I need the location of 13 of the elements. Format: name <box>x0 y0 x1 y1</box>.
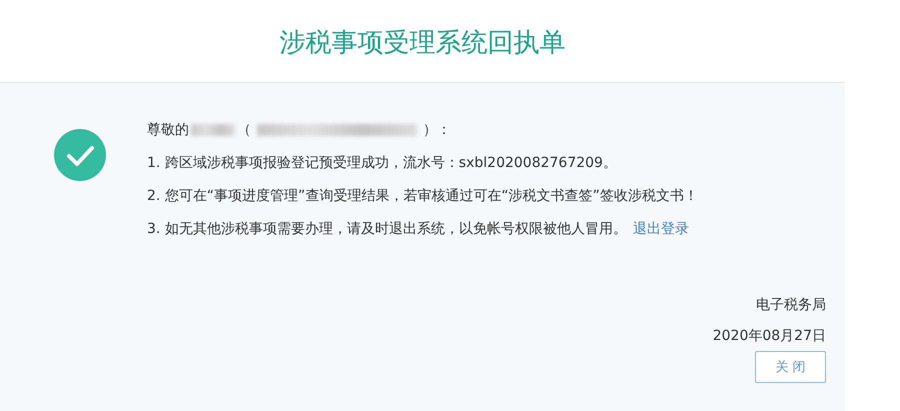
greeting-text: 尊敬的 <box>147 121 189 140</box>
date-text: 2020年08月27日 <box>712 327 826 346</box>
parenthesis-text: （ <box>237 121 251 140</box>
issuer-text: 电子税务局 <box>756 296 826 315</box>
logout-link[interactable]: 退出登录 <box>632 218 689 240</box>
notice-text: 1. 跨区域涉税事项报验登记预受理成功，流水号：sxbl2020082767209。 <box>147 154 617 173</box>
page-title: 涉税事项受理系统回执单 <box>280 26 566 60</box>
notice-text: 3. 如无其他涉税事项需要办理，请及时退出系统，以免帐号权限被他人冒用。 <box>147 220 627 239</box>
close-button[interactable]: 关 闭 <box>755 351 826 383</box>
redacted-name <box>191 124 235 136</box>
success-check-icon <box>54 129 106 181</box>
parenthesis-text: ）： <box>423 121 451 140</box>
notice-text: 2. 您可在“事项进度管理”查询受理结果，若审核通过可在“涉税文书查签”签收涉税文书！ <box>147 187 698 206</box>
